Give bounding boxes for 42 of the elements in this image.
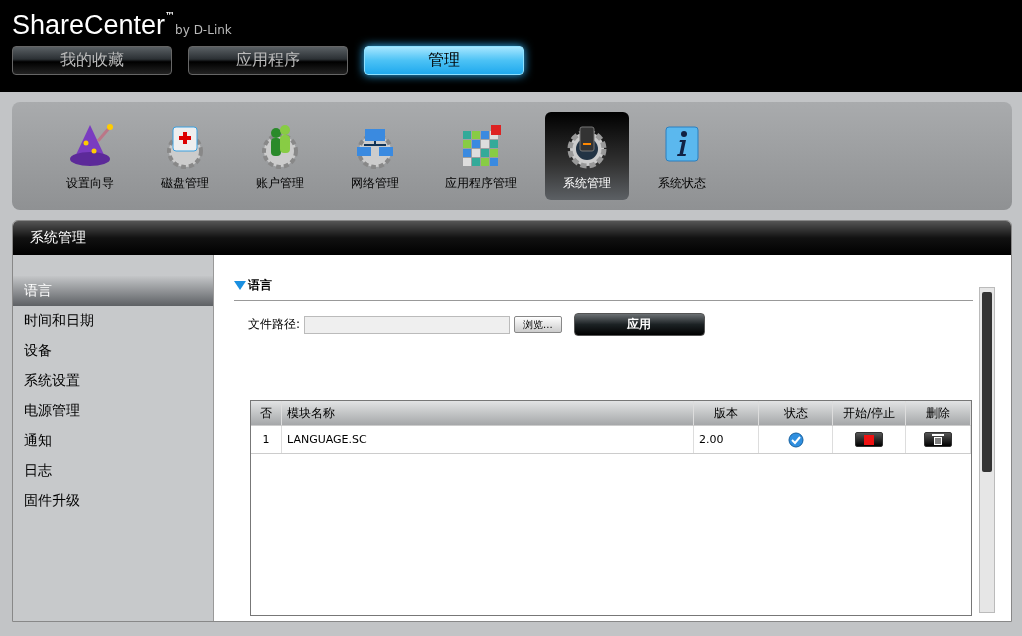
main-tab[interactable]: 管理 xyxy=(364,46,524,75)
panel-title: 系统管理 xyxy=(13,221,1011,255)
sidebar-item[interactable]: 语言 xyxy=(13,276,213,306)
sidebar-item[interactable]: 时间和日期 xyxy=(13,306,213,336)
toolbar-button[interactable]: 设置向导 xyxy=(48,112,132,200)
stop-button[interactable] xyxy=(855,432,883,447)
brand-byline: by D-Link xyxy=(175,23,232,37)
stop-icon xyxy=(864,434,874,445)
browse-button[interactable]: 浏览... xyxy=(514,316,562,333)
sidebar-item[interactable]: 电源管理 xyxy=(13,396,213,426)
table-cell: 2.00 xyxy=(694,426,759,453)
file-path-label: 文件路径: xyxy=(248,316,301,333)
toolbar-button[interactable]: 系统状态 xyxy=(640,112,724,200)
sidebar-item[interactable]: 设备 xyxy=(13,336,213,366)
table-cell: 1 xyxy=(251,426,282,453)
apply-button[interactable]: 应用 xyxy=(573,313,705,336)
brand-name: ShareCenter xyxy=(12,10,166,40)
scrollbar[interactable] xyxy=(979,287,995,613)
column-header: 模块名称 xyxy=(282,401,694,425)
table-cell: LANGUAGE.SC xyxy=(282,426,694,453)
trash-icon xyxy=(932,434,944,445)
column-header: 版本 xyxy=(694,401,759,425)
toolbar-button[interactable]: 系统管理 xyxy=(545,112,629,200)
section-title: 语言 xyxy=(248,277,272,294)
sidebar-item[interactable]: 系统设置 xyxy=(13,366,213,396)
column-header: 状态 xyxy=(759,401,833,425)
triangle-down-icon[interactable] xyxy=(234,280,246,291)
column-header: 否 xyxy=(251,401,282,425)
main-tab[interactable]: 我的收藏 xyxy=(12,46,172,75)
main-tab[interactable]: 应用程序 xyxy=(188,46,348,75)
toolbar-button[interactable]: 磁盘管理 xyxy=(143,112,227,200)
toolbar-button[interactable]: 应用程序管理 xyxy=(428,112,534,200)
sidebar-item[interactable]: 通知 xyxy=(13,426,213,456)
sidebar-item[interactable]: 日志 xyxy=(13,456,213,486)
column-header: 删除 xyxy=(906,401,971,425)
trademark: ™ xyxy=(165,10,176,21)
toolbar-button[interactable]: 账户管理 xyxy=(238,112,322,200)
sidebar-item[interactable]: 固件升级 xyxy=(13,486,213,516)
file-path-field[interactable] xyxy=(304,315,511,334)
delete-button[interactable] xyxy=(924,432,952,447)
column-header: 开始/停止 xyxy=(833,401,906,425)
toolbar-button[interactable]: 网络管理 xyxy=(333,112,417,200)
